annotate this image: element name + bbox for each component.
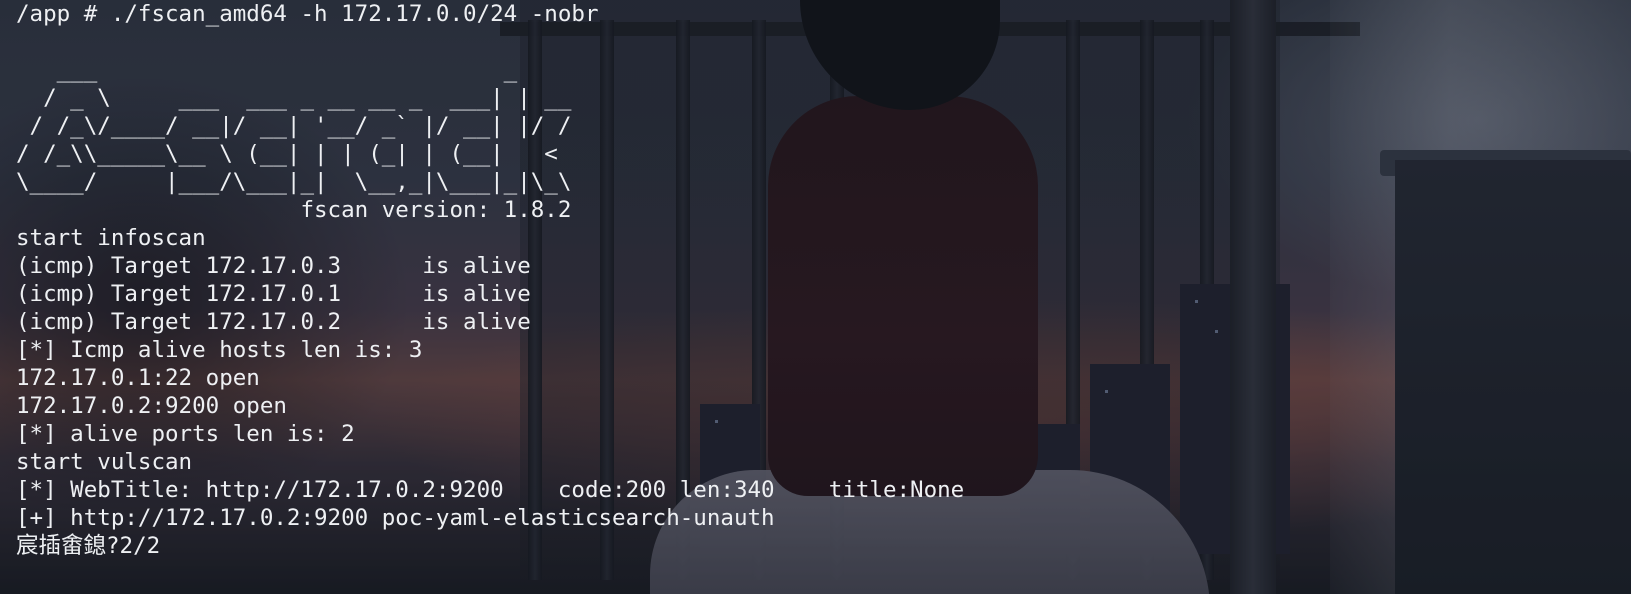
output-line: 宸插畬鎴?2/2 bbox=[16, 533, 161, 559]
command-line: /app # ./fscan_amd64 -h 172.17.0.0/24 -n… bbox=[16, 1, 599, 27]
ascii-banner-line: / _ \ ___ ___ _ __ __ _ ___| | __ bbox=[16, 85, 585, 111]
output-line: [+] http://172.17.0.2:9200 poc-yaml-elas… bbox=[16, 505, 775, 531]
terminal-output[interactable]: /app # ./fscan_amd64 -h 172.17.0.0/24 -n… bbox=[16, 0, 964, 560]
output-line: 172.17.0.1:22 open bbox=[16, 365, 260, 391]
output-line: start vulscan bbox=[16, 449, 193, 475]
output-line: [*] WebTitle: http://172.17.0.2:9200 cod… bbox=[16, 477, 965, 503]
output-line: 172.17.0.2:9200 open bbox=[16, 393, 287, 419]
output-line: (icmp) Target 172.17.0.1 is alive bbox=[16, 281, 531, 307]
output-line: [*] alive ports len is: 2 bbox=[16, 421, 355, 447]
terminal-window[interactable]: /app # ./fscan_amd64 -h 172.17.0.0/24 -n… bbox=[0, 0, 1631, 594]
version-line: fscan version: 1.8.2 bbox=[16, 197, 572, 223]
ascii-banner-line: / /_\\_____\__ \ (__| | | (_| | (__| < bbox=[16, 141, 613, 167]
output-line: [*] Icmp alive hosts len is: 3 bbox=[16, 337, 423, 363]
output-line: (icmp) Target 172.17.0.3 is alive bbox=[16, 253, 531, 279]
ascii-banner-line: \____/ |___/\___|_| \__,_|\___|_|\_\ bbox=[16, 169, 613, 195]
output-line: start infoscan bbox=[16, 225, 206, 251]
ascii-banner-line: / /_\/____/ __|/ __| '__/ _` |/ __| |/ / bbox=[16, 113, 572, 139]
ascii-banner-line: ___ _ bbox=[16, 57, 572, 83]
output-line: (icmp) Target 172.17.0.2 is alive bbox=[16, 309, 531, 335]
